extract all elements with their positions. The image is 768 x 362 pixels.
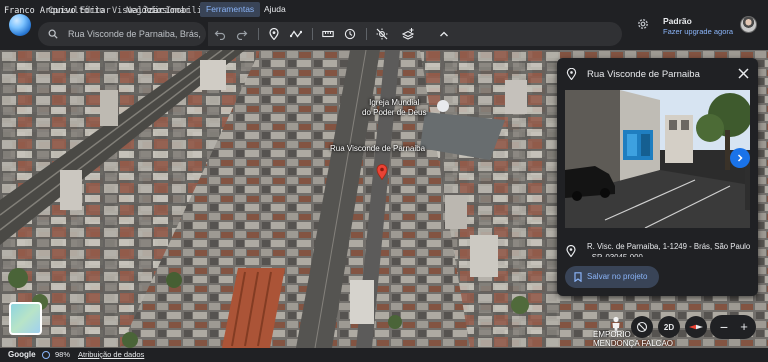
top-bar: Franco Arquivo Consultório Editar Visual… <box>0 0 768 50</box>
menu-item-tools[interactable]: Ferramentas <box>200 2 261 17</box>
bookmark-icon <box>574 272 582 282</box>
search-box <box>38 22 206 46</box>
toolbar-divider <box>312 28 313 40</box>
compass-button[interactable] <box>685 316 707 338</box>
ruler-icon[interactable] <box>320 26 336 42</box>
menu-item-edit[interactable]: Editar <box>80 4 111 18</box>
street-view-photo[interactable] <box>565 90 750 228</box>
status-bar: Google 98% Atribuição de dados <box>0 348 768 362</box>
map-style-thumbnail[interactable] <box>9 302 42 335</box>
close-icon[interactable] <box>738 68 749 79</box>
place-panel: Rua Visconde de Parnaiba R. Visc. de Par… <box>557 58 758 296</box>
menu-item-help[interactable]: Ajuda <box>264 2 286 17</box>
collapse-icon[interactable] <box>436 26 452 42</box>
address-text: R. Visc. de Parnaíba, 1-1249 - Brás, São… <box>587 242 751 257</box>
undo-icon[interactable] <box>212 26 228 42</box>
map-label-emporio[interactable]: EMPORIO MENDONÇA FALCAO <box>593 330 673 348</box>
zoom-controls: − + <box>710 315 756 339</box>
google-wordmark: Google <box>8 350 36 359</box>
avatar[interactable] <box>740 16 757 33</box>
data-attribution-link[interactable]: Atribuição de dados <box>78 350 144 359</box>
placemark-icon[interactable] <box>266 26 282 42</box>
chevron-right-icon <box>737 154 743 162</box>
zoom-in-button[interactable]: + <box>736 317 752 337</box>
no-sun-icon[interactable] <box>374 26 390 42</box>
zoom-out-button[interactable]: − <box>716 317 732 337</box>
next-photo-button[interactable] <box>730 148 750 168</box>
street-view-image <box>565 90 750 228</box>
menu-bar: Franco Arquivo Consultório Editar Visual… <box>4 4 222 18</box>
poi-marker-icon[interactable] <box>437 100 449 112</box>
search-icon[interactable] <box>48 29 58 39</box>
map-toolbar <box>208 22 622 46</box>
location-pin-icon[interactable] <box>376 164 388 180</box>
history-icon[interactable] <box>342 26 358 42</box>
save-to-project-button[interactable]: Salvar no projeto <box>565 266 659 288</box>
path-icon[interactable] <box>288 26 304 42</box>
redo-icon[interactable] <box>234 26 250 42</box>
compass-icon <box>689 324 703 330</box>
gear-icon[interactable] <box>636 17 650 31</box>
toolbar-divider <box>366 28 367 40</box>
load-percent: 98% <box>55 350 71 359</box>
account-name: Padrão <box>663 16 692 26</box>
loading-ring-icon <box>42 351 50 359</box>
search-input[interactable] <box>68 22 203 46</box>
place-pin-icon <box>566 68 577 80</box>
save-to-project-label: Salvar no projeto <box>587 272 648 281</box>
panel-title: Rua Visconde de Parnaiba <box>587 69 700 80</box>
map-label-street[interactable]: Rua Visconde de Parnaiba <box>330 144 425 154</box>
layers-add-icon[interactable] <box>400 26 416 42</box>
toolbar-divider <box>258 28 259 40</box>
upgrade-link[interactable]: Fazer upgrade agora <box>663 27 733 36</box>
address-pin-icon <box>566 245 576 257</box>
map-label-church[interactable]: Igreja Mundial do Poder de Deus <box>362 98 427 118</box>
menu-overlapped-labels[interactable]: Franco Arquivo Consultório Editar Visual… <box>4 4 222 18</box>
